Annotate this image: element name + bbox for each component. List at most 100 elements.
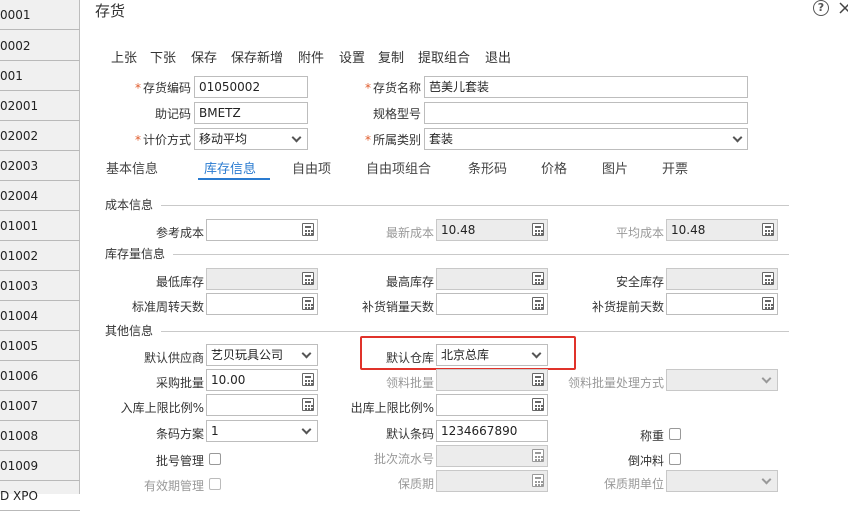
- toolbar-save-new-button[interactable]: 保存新增: [231, 47, 283, 66]
- calculator-icon[interactable]: [762, 272, 774, 285]
- calculator-icon: [532, 449, 544, 462]
- toolbar-exit-button[interactable]: 退出: [485, 47, 511, 66]
- supplier-select[interactable]: 艺贝玩具公司: [206, 344, 318, 366]
- dialog-title: 存货: [95, 2, 126, 20]
- tab-image[interactable]: 图片: [602, 158, 628, 177]
- list-item[interactable]: 02001: [0, 91, 80, 121]
- tab-stock-info[interactable]: 库存信息: [204, 158, 256, 177]
- name-label: * 存货名称: [364, 81, 421, 95]
- tab-invoice[interactable]: 开票: [662, 158, 688, 177]
- name-input[interactable]: 芭美儿套装: [424, 76, 748, 98]
- tab-basic-info[interactable]: 基本信息: [106, 158, 158, 177]
- backflush-checkbox[interactable]: [669, 453, 681, 465]
- toolbar-prev-button[interactable]: 上张: [111, 47, 137, 66]
- cost-section-title: 成本信息: [105, 198, 154, 212]
- code-label: * 存货编码: [134, 81, 191, 95]
- list-item[interactable]: 0001: [0, 0, 80, 30]
- material-batch-mode-select: [666, 369, 778, 391]
- close-icon[interactable]: [838, 0, 848, 16]
- calculator-icon[interactable]: [532, 398, 544, 411]
- material-batch-mode-label: 领料批量处理方式: [567, 376, 664, 390]
- calculator-icon[interactable]: [302, 373, 314, 386]
- list-item[interactable]: 02004: [0, 181, 80, 211]
- list-item[interactable]: D XPO: [0, 481, 80, 511]
- spec-label: 规格型号: [372, 107, 421, 121]
- weigh-checkbox[interactable]: [669, 428, 681, 440]
- toolbar-settings-button[interactable]: 设置: [339, 47, 365, 66]
- turnover-days-label: 标准周转天数: [131, 300, 204, 314]
- material-batch-label: 领料批量: [385, 376, 434, 390]
- highlight-box: [360, 336, 576, 370]
- list-item[interactable]: 01001: [0, 211, 80, 241]
- calculator-icon[interactable]: [532, 373, 544, 386]
- list-item[interactable]: 001: [0, 61, 80, 91]
- list-item[interactable]: 02003: [0, 151, 80, 181]
- shelf-unit-select: [666, 470, 778, 492]
- min-stock-label: 最低库存: [155, 275, 204, 289]
- list-item[interactable]: 01003: [0, 271, 80, 301]
- inventory-dialog: 存货 ? 上张 下张 保存 保存新增 附件 设置 复制 提取组合 退出 * 存货编…: [81, 0, 848, 494]
- category-select[interactable]: 套装: [424, 128, 748, 150]
- expiry-mgmt-checkbox: [209, 478, 221, 490]
- purchase-batch-label: 采购批量: [155, 376, 204, 390]
- weigh-label: 称重: [639, 429, 664, 443]
- safe-stock-label: 安全库存: [615, 275, 664, 289]
- calculator-icon[interactable]: [762, 297, 774, 310]
- tab-free-items[interactable]: 自由项: [292, 158, 331, 177]
- batch-serial-label: 批次流水号: [373, 452, 434, 466]
- question-circle-icon[interactable]: ?: [813, 0, 829, 16]
- list-item[interactable]: 01004: [0, 301, 80, 331]
- default-barcode-input[interactable]: 1234667890: [436, 420, 548, 442]
- toolbar-next-button[interactable]: 下张: [150, 47, 176, 66]
- latest-cost-label: 最新成本: [385, 226, 434, 240]
- spec-input[interactable]: [424, 102, 748, 124]
- max-stock-label: 最高库存: [385, 275, 434, 289]
- pricing-select[interactable]: 移动平均: [194, 128, 308, 150]
- in-limit-label: 入库上限比例%: [120, 401, 204, 415]
- supplier-label: 默认供应商: [143, 351, 204, 365]
- list-item[interactable]: 01007: [0, 391, 80, 421]
- list-item[interactable]: 0002: [0, 31, 80, 61]
- calculator-icon[interactable]: [762, 223, 774, 236]
- section-divider: [173, 254, 789, 255]
- list-item[interactable]: 01009: [0, 451, 80, 481]
- calculator-icon[interactable]: [302, 272, 314, 285]
- default-barcode-label: 默认条码: [385, 427, 434, 441]
- code-input[interactable]: 01050002: [194, 76, 308, 98]
- toolbar-extract-combo-button[interactable]: 提取组合: [418, 47, 470, 66]
- active-tab-indicator: [198, 178, 270, 180]
- section-divider: [161, 205, 789, 206]
- category-label: * 所属类别: [364, 133, 421, 147]
- replenish-lead-days-label: 补货提前天数: [591, 300, 664, 314]
- tab-barcode[interactable]: 条形码: [468, 158, 507, 177]
- background-code-list: 0001 0002 001 02001 02002 02003 02004 01…: [0, 0, 80, 511]
- barcode-scheme-select[interactable]: 1: [206, 420, 318, 442]
- calculator-icon[interactable]: [532, 223, 544, 236]
- calculator-icon[interactable]: [302, 297, 314, 310]
- list-item[interactable]: 01006: [0, 361, 80, 391]
- list-item[interactable]: 01008: [0, 421, 80, 451]
- stock-section-title: 库存量信息: [105, 247, 166, 261]
- calculator-icon[interactable]: [532, 272, 544, 285]
- shelf-life-label: 保质期: [397, 477, 434, 491]
- barcode-scheme-label: 条码方案: [155, 427, 204, 441]
- tab-price[interactable]: 价格: [541, 158, 567, 177]
- toolbar-copy-button[interactable]: 复制: [378, 47, 404, 66]
- ref-cost-label: 参考成本: [155, 226, 204, 240]
- toolbar-save-button[interactable]: 保存: [191, 47, 217, 66]
- list-item[interactable]: 01005: [0, 331, 80, 361]
- batch-mgmt-checkbox[interactable]: [209, 453, 221, 465]
- tab-free-item-combo[interactable]: 自由项组合: [366, 158, 431, 177]
- toolbar-attachment-button[interactable]: 附件: [298, 47, 324, 66]
- list-item[interactable]: 01002: [0, 241, 80, 271]
- calculator-icon[interactable]: [302, 398, 314, 411]
- list-item[interactable]: 02002: [0, 121, 80, 151]
- mnemonic-input[interactable]: BMETZ: [194, 102, 308, 124]
- calculator-icon[interactable]: [532, 297, 544, 310]
- avg-cost-label: 平均成本: [615, 226, 664, 240]
- section-divider: [161, 331, 789, 332]
- shelf-unit-label: 保质期单位: [603, 477, 664, 491]
- batch-mgmt-label: 批号管理: [155, 454, 204, 468]
- expiry-mgmt-label: 有效期管理: [143, 479, 204, 493]
- calculator-icon[interactable]: [302, 223, 314, 236]
